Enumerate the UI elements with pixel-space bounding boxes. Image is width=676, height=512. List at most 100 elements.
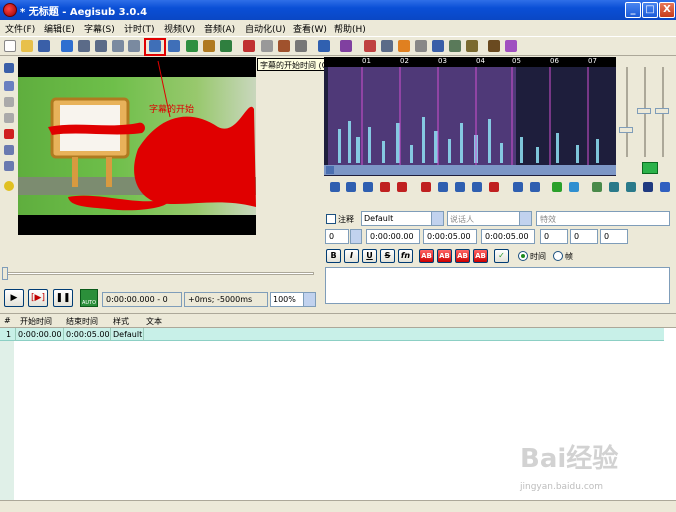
save-file-icon[interactable] xyxy=(38,40,50,52)
timing-post-icon[interactable] xyxy=(398,40,410,52)
volume-slider[interactable] xyxy=(637,108,651,114)
translation-icon[interactable] xyxy=(340,40,352,52)
resample-icon[interactable] xyxy=(381,40,393,52)
stop-button[interactable]: ❚❚ xyxy=(53,289,73,307)
vector-clip-tool-icon[interactable] xyxy=(4,161,14,171)
clip-tool-icon[interactable] xyxy=(4,145,14,155)
play-before-icon[interactable] xyxy=(421,182,431,192)
audio-scroll-thumb[interactable] xyxy=(326,166,334,174)
menu-audio[interactable]: 音频(A) xyxy=(204,22,235,35)
minimize-button[interactable]: _ xyxy=(625,2,641,18)
rotate-xy-tool-icon[interactable] xyxy=(4,113,14,123)
secondary-color-button[interactable]: AB xyxy=(437,249,452,263)
commit-icon[interactable] xyxy=(552,182,562,192)
karaoke-icon[interactable] xyxy=(660,182,670,192)
auto-commit-icon[interactable] xyxy=(592,182,602,192)
set-start-time-icon[interactable] xyxy=(149,40,161,52)
bold-button[interactable]: B xyxy=(326,249,341,263)
spell-check-icon[interactable] xyxy=(449,40,461,52)
audio-display[interactable]: 01 02 03 04 05 06 07 xyxy=(324,57,616,176)
margin-left-field[interactable]: 0 xyxy=(540,229,568,244)
next-line-icon[interactable] xyxy=(346,182,356,192)
properties-icon[interactable] xyxy=(261,40,273,52)
open-file-icon[interactable] xyxy=(21,40,33,52)
shift-times-icon[interactable] xyxy=(364,40,376,52)
style-manager-icon[interactable] xyxy=(243,40,255,52)
new-file-icon[interactable] xyxy=(4,40,16,52)
italic-button[interactable]: I xyxy=(344,249,359,263)
play-after-icon[interactable] xyxy=(472,182,482,192)
table-row[interactable]: 1 0:00:00.00 0:00:05.00 Default xyxy=(0,328,664,341)
clock-icon[interactable] xyxy=(432,40,444,52)
menu-subtitle[interactable]: 字幕(S) xyxy=(84,22,115,35)
subtitle-text-box[interactable] xyxy=(325,267,670,304)
radio-time[interactable] xyxy=(518,251,528,261)
play-to-end-icon[interactable] xyxy=(489,182,499,192)
menu-video[interactable]: 视频(V) xyxy=(164,22,195,35)
style-select[interactable]: Default xyxy=(361,211,444,226)
about-icon[interactable] xyxy=(505,40,517,52)
stop-icon[interactable] xyxy=(397,182,407,192)
auto-next-icon[interactable] xyxy=(626,182,636,192)
video-frame-icon[interactable] xyxy=(203,40,215,52)
menu-view[interactable]: 查看(W) xyxy=(293,22,327,35)
actor-select[interactable]: 说话人 xyxy=(447,211,532,226)
video-seek-bar[interactable] xyxy=(2,265,314,281)
set-end-time-icon[interactable] xyxy=(168,40,180,52)
spectrum-mode-icon[interactable] xyxy=(643,182,653,192)
close-button[interactable]: X xyxy=(659,2,675,18)
play-end-icon[interactable] xyxy=(455,182,465,192)
end-time-field[interactable]: 0:00:05.00 xyxy=(423,229,477,244)
margin-right-field[interactable]: 0 xyxy=(570,229,598,244)
layer-spinner[interactable] xyxy=(350,229,362,244)
zoom-select[interactable]: 100% xyxy=(270,292,316,307)
margin-vertical-field[interactable]: 0 xyxy=(600,229,628,244)
link-sliders-button[interactable] xyxy=(642,162,658,174)
help-icon[interactable] xyxy=(4,181,14,191)
snap-icon[interactable] xyxy=(112,40,124,52)
video-detach-icon[interactable] xyxy=(220,40,232,52)
effect-field[interactable]: 特效 xyxy=(536,211,670,226)
play-line-button[interactable]: [▶] xyxy=(28,289,48,307)
play-current-line-icon[interactable] xyxy=(380,182,390,192)
rotate-z-tool-icon[interactable] xyxy=(4,97,14,107)
app-icon[interactable] xyxy=(3,3,17,17)
options-icon[interactable] xyxy=(466,40,478,52)
start-time-field[interactable]: 0:00:00.00 xyxy=(366,229,420,244)
strikeout-button[interactable]: S xyxy=(380,249,395,263)
vertical-zoom-slider[interactable] xyxy=(655,108,669,114)
underline-button[interactable]: U xyxy=(362,249,377,263)
zoom-out-icon[interactable] xyxy=(95,40,107,52)
keyframe-icon[interactable] xyxy=(186,40,198,52)
standard-tool-icon[interactable] xyxy=(4,63,14,73)
audio-scrollbar[interactable] xyxy=(324,165,616,175)
radio-frame[interactable] xyxy=(553,251,563,261)
fonts-icon[interactable] xyxy=(295,40,307,52)
jump-icon[interactable] xyxy=(61,40,73,52)
zoom-in-icon[interactable] xyxy=(78,40,90,52)
auto-scroll-icon[interactable] xyxy=(609,182,619,192)
menu-timing[interactable]: 计时(T) xyxy=(124,22,155,35)
maximize-button[interactable]: □ xyxy=(642,2,658,18)
snap-end-icon[interactable] xyxy=(128,40,140,52)
kanji-timer-icon[interactable] xyxy=(415,40,427,52)
seek-thumb[interactable] xyxy=(2,267,8,280)
attachments-icon[interactable] xyxy=(278,40,290,52)
automation-icon[interactable] xyxy=(318,40,330,52)
menu-help[interactable]: 帮助(H) xyxy=(334,22,366,35)
zoom-slider[interactable] xyxy=(619,127,633,133)
play-selection-icon[interactable] xyxy=(363,182,373,192)
menu-automation[interactable]: 自动化(U) xyxy=(245,22,286,35)
shadow-color-button[interactable]: AB xyxy=(473,249,488,263)
menu-file[interactable]: 文件(F) xyxy=(5,22,35,35)
commit-button[interactable]: ✓ xyxy=(494,249,509,263)
prev-line-icon[interactable] xyxy=(330,182,340,192)
autoscroll-button[interactable]: AUTO xyxy=(80,289,98,307)
lead-in-icon[interactable] xyxy=(513,182,523,192)
scale-tool-icon[interactable] xyxy=(4,129,14,139)
play-begin-icon[interactable] xyxy=(438,182,448,192)
video-display[interactable]: 字幕的开始 xyxy=(18,57,256,235)
menu-edit[interactable]: 编辑(E) xyxy=(44,22,75,35)
primary-color-button[interactable]: AB xyxy=(419,249,434,263)
layer-field[interactable]: 0 xyxy=(325,229,349,244)
